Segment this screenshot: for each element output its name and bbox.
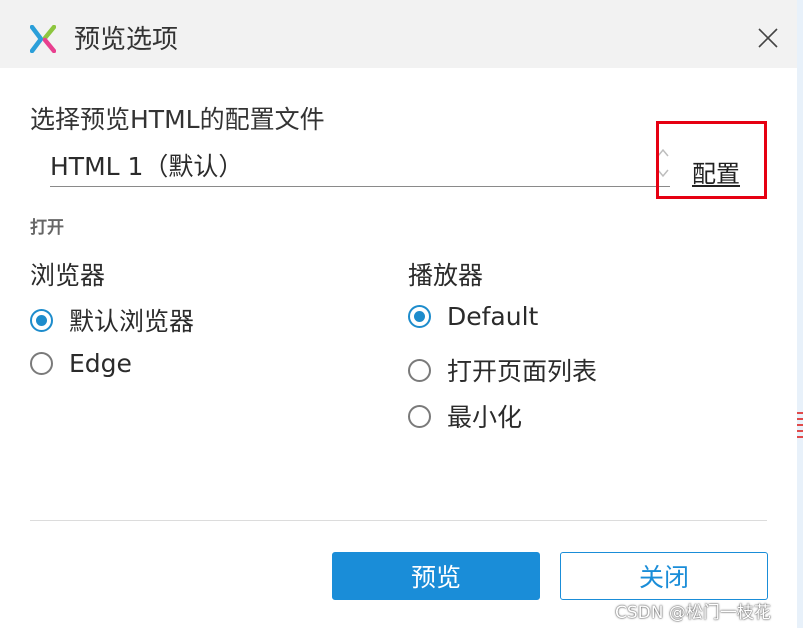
close-button[interactable]: 关闭: [560, 552, 768, 600]
title-bar: 预览选项: [0, 0, 797, 68]
open-section-label: 打开: [30, 218, 64, 238]
config-file-selected-value: HTML 1（默认）: [50, 152, 244, 181]
radio-label: Edge: [69, 349, 132, 378]
dialog-title: 预览选项: [74, 25, 179, 55]
radio-open-page-list[interactable]: 打开页面列表: [408, 352, 597, 388]
radio-player-default[interactable]: Default: [408, 302, 538, 331]
config-file-heading: 选择预览HTML的配置文件: [30, 105, 325, 134]
radio-label: 默认浏览器: [69, 307, 195, 336]
radio-indicator: [30, 352, 53, 375]
radio-minimize[interactable]: 最小化: [408, 398, 522, 434]
watermark-text: CSDN @松门一枝花: [615, 603, 771, 623]
background-window: [797, 0, 803, 628]
radio-edge[interactable]: Edge: [30, 349, 132, 378]
preview-button[interactable]: 预览: [332, 552, 540, 600]
annotation-highlight-box: [656, 121, 767, 199]
config-file-select[interactable]: HTML 1（默认）: [50, 140, 670, 187]
close-icon[interactable]: [754, 24, 782, 52]
radio-indicator-checked: [30, 308, 53, 332]
radio-label: 打开页面列表: [447, 357, 598, 386]
radio-label: 最小化: [447, 403, 523, 432]
radio-indicator: [408, 358, 431, 382]
preview-options-dialog: 预览选项 选择预览HTML的配置文件 HTML 1（默认） 配置 打开 浏览器 …: [0, 0, 797, 628]
radio-default-browser[interactable]: 默认浏览器: [30, 302, 194, 338]
footer-divider: [30, 520, 767, 521]
browser-group-title: 浏览器: [30, 261, 106, 290]
radio-label: Default: [447, 302, 539, 331]
background-marks: [797, 412, 803, 442]
player-group-title: 播放器: [408, 261, 484, 290]
x-logo-icon: [30, 25, 56, 53]
radio-indicator: [408, 404, 431, 428]
radio-indicator-checked: [408, 305, 431, 328]
